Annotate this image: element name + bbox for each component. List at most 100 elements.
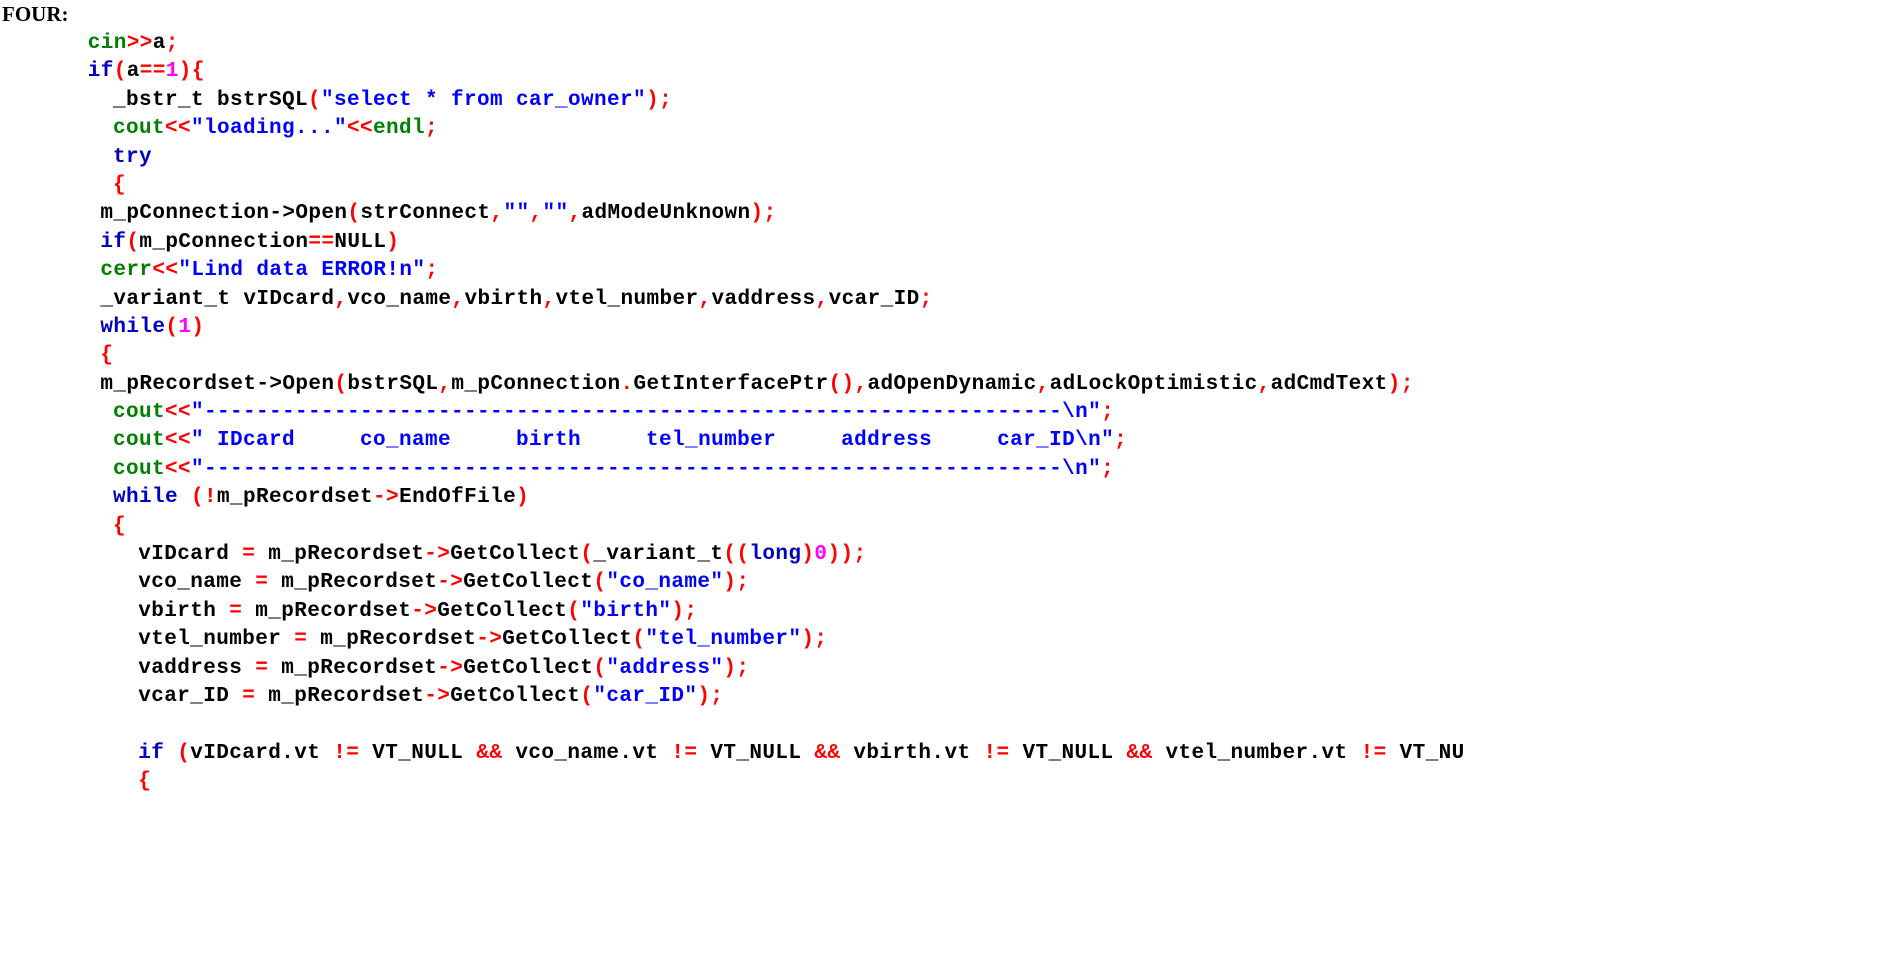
code-token: try xyxy=(112,145,152,169)
code-token: vbirth xyxy=(138,599,230,623)
code-token: VT_NULL xyxy=(697,741,815,765)
code-token: ( xyxy=(593,656,607,680)
code-token: endl xyxy=(373,117,426,141)
code-token: vIDcard xyxy=(138,543,243,567)
code-token: " xyxy=(1088,457,1102,481)
code-token: NULL xyxy=(334,230,387,254)
code-token: , xyxy=(698,287,712,311)
code-token: , xyxy=(1036,372,1050,396)
code-token: "select * from car_owner" xyxy=(321,88,647,112)
code-token: { xyxy=(100,344,114,368)
code-token: , xyxy=(451,287,465,311)
code-line: vcar_ID = m_pRecordset->GetCollect("car_… xyxy=(0,683,1883,711)
code-token: ( xyxy=(723,543,737,567)
code-token: -> xyxy=(437,571,464,595)
code-token: ! xyxy=(204,486,218,510)
code-token: \n xyxy=(1062,401,1089,425)
code-token: ( xyxy=(190,486,204,510)
code-token: << xyxy=(164,401,191,425)
code-token: "Lind data ERROR!n" xyxy=(178,259,426,283)
code-line: { xyxy=(0,342,1883,370)
code-token: , xyxy=(490,202,504,226)
code-token: ( xyxy=(165,315,179,339)
code-token: m_pRecordset xyxy=(268,656,438,680)
code-token: _variant_t xyxy=(593,543,724,567)
code-token: ; xyxy=(1400,372,1414,396)
code-token: a xyxy=(126,60,140,84)
code-token: adOpenDynamic xyxy=(867,372,1037,396)
code-token: long xyxy=(749,543,802,567)
code-token: "loading..." xyxy=(190,117,348,141)
code-token: vtel_number xyxy=(555,287,699,311)
code-token: , xyxy=(438,372,452,396)
code-token: -> xyxy=(476,628,503,652)
code-token: { xyxy=(138,770,152,794)
code-token: a xyxy=(152,32,166,55)
code-token: while xyxy=(100,315,166,339)
code-token: ; xyxy=(165,32,179,55)
code-token: ( xyxy=(113,60,127,84)
code-line: if(m_pConnection==NULL) xyxy=(0,229,1883,257)
code-token: ( xyxy=(632,628,646,652)
code-token: GetCollect xyxy=(502,628,633,652)
code-line: cout<<"---------------------------------… xyxy=(0,456,1883,484)
code-token: vco_name.vt xyxy=(502,741,672,765)
code-token: ) xyxy=(801,543,815,567)
code-token: cerr xyxy=(100,259,153,283)
code-token: vcar_ID xyxy=(138,684,243,708)
code-token: ( xyxy=(828,372,842,396)
code-token: ( xyxy=(736,543,750,567)
code-line: _bstr_t bstrSQL("select * from car_owner… xyxy=(0,87,1883,115)
code-token: "co_name" xyxy=(606,571,724,595)
code-token: && xyxy=(814,741,841,765)
code-token: ; xyxy=(763,202,777,226)
code-token: "tel_number" xyxy=(645,628,802,652)
code-token: ) xyxy=(178,60,192,84)
code-token: ; xyxy=(659,88,673,112)
code-line: if(a==1){ xyxy=(0,58,1883,86)
code-token: vtel_number.vt xyxy=(1152,741,1361,765)
code-token: ( xyxy=(567,599,581,623)
code-token: cout xyxy=(112,117,165,141)
code-line: vaddress = m_pRecordset->GetCollect("add… xyxy=(0,655,1883,683)
code-line: { xyxy=(0,513,1883,541)
code-token: != xyxy=(333,741,360,765)
code-token: GetInterfacePtr xyxy=(633,372,829,396)
code-line: { xyxy=(0,172,1883,200)
code-token: << xyxy=(347,117,374,141)
code-token: ) xyxy=(841,372,855,396)
code-token: 1 xyxy=(178,315,192,339)
code-token: vaddress xyxy=(711,287,816,311)
code-line: cout<<" IDcard co_name birth tel_number … xyxy=(0,427,1883,455)
code-token: vco_name xyxy=(138,571,256,595)
code-token: m_pRecordset xyxy=(217,486,374,510)
code-token: ) xyxy=(191,315,205,339)
code-token: ) xyxy=(646,88,660,112)
code-token: ) xyxy=(516,486,530,510)
code-token: ) xyxy=(671,599,685,623)
code-token: strConnect xyxy=(360,202,491,226)
code-token: . xyxy=(620,372,634,396)
code-token: GetCollect xyxy=(463,571,594,595)
code-token: , xyxy=(815,287,829,311)
code-line: try xyxy=(0,144,1883,172)
code-token: _bstr_t bstrSQL xyxy=(112,88,308,112)
code-token: << xyxy=(164,429,191,453)
code-token: ( xyxy=(307,88,321,112)
code-token: cout xyxy=(112,401,165,425)
code-token: ( xyxy=(580,543,594,567)
code-token: && xyxy=(1126,741,1153,765)
code-token: adLockOptimistic xyxy=(1049,372,1258,396)
code-line: _variant_t vIDcard,vco_name,vbirth,vtel_… xyxy=(0,286,1883,314)
code-token: -> xyxy=(424,543,451,567)
code-token: ) xyxy=(750,202,764,226)
code-token: m_pRecordset xyxy=(255,684,425,708)
code-token: != xyxy=(671,741,698,765)
code-token: GetCollect xyxy=(450,684,581,708)
code-token: "address" xyxy=(606,656,724,680)
code-token: ( xyxy=(580,684,594,708)
code-token: vIDcard.vt xyxy=(190,741,334,765)
code-token: m_pConnection xyxy=(451,372,621,396)
code-token: ; xyxy=(853,543,867,567)
